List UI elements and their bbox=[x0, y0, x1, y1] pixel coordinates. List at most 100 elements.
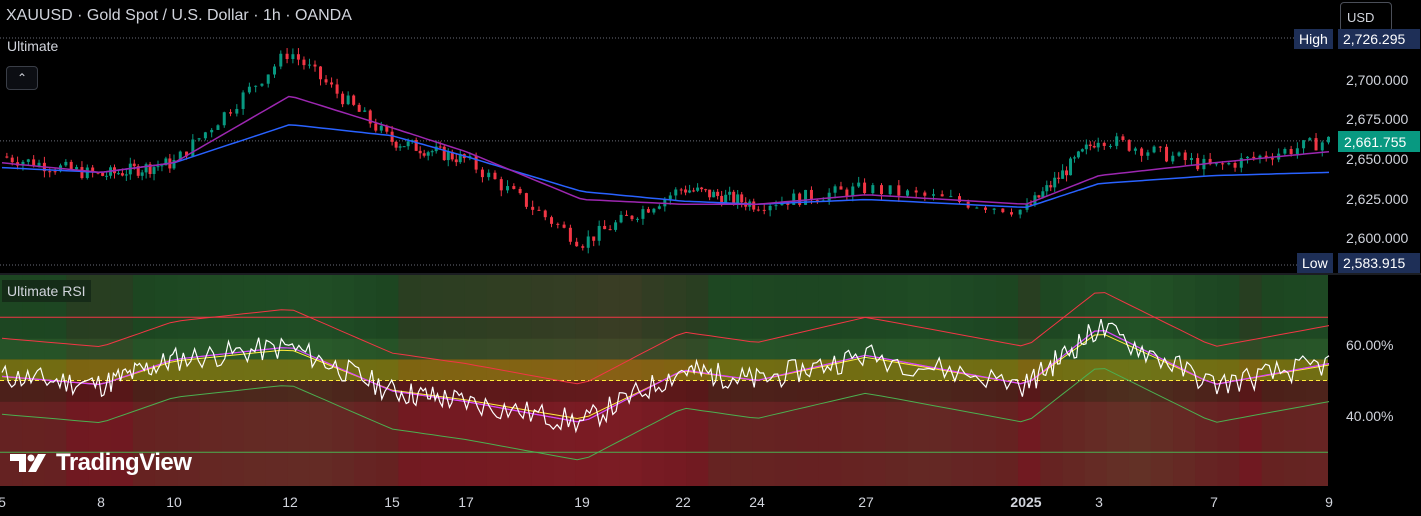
candle-body bbox=[1080, 149, 1084, 152]
candle-body bbox=[704, 189, 708, 191]
candle-body bbox=[716, 191, 720, 196]
candle-body bbox=[774, 205, 778, 207]
price-axis-label: 2,625.000 bbox=[1346, 191, 1409, 207]
candle-body bbox=[657, 206, 661, 209]
candle-body bbox=[1133, 148, 1137, 151]
candle-body bbox=[932, 194, 935, 196]
candle-body bbox=[442, 146, 446, 161]
candle-body bbox=[291, 54, 295, 59]
candle-body bbox=[1327, 136, 1330, 143]
candle-body bbox=[394, 141, 398, 148]
time-axis-label-year: 2025 bbox=[1010, 494, 1042, 510]
candle-body bbox=[48, 171, 52, 173]
candle-body bbox=[422, 153, 426, 156]
candle-body bbox=[273, 66, 277, 75]
candle-body bbox=[740, 194, 744, 203]
candle-body bbox=[556, 223, 560, 225]
candle-body bbox=[346, 95, 350, 105]
candle-body bbox=[132, 163, 136, 167]
candle-body bbox=[625, 214, 629, 216]
candle-body bbox=[1289, 149, 1293, 155]
low-tag: Low bbox=[1297, 253, 1333, 273]
candle-body bbox=[1152, 146, 1156, 153]
candle-body bbox=[357, 104, 361, 112]
price-axis-label: 2,675.000 bbox=[1346, 111, 1409, 127]
candle-body bbox=[160, 165, 164, 167]
collapse-indicators-button[interactable]: ⌃ bbox=[6, 66, 38, 90]
candle-body bbox=[191, 139, 195, 157]
candle-body bbox=[550, 217, 554, 224]
candle-body bbox=[1065, 170, 1069, 176]
rsi-axis-label: 60.00% bbox=[1346, 337, 1394, 353]
candle-body bbox=[64, 161, 68, 166]
candle-body bbox=[537, 209, 541, 211]
price-axis-label: 2,700.000 bbox=[1346, 72, 1409, 88]
candle-body bbox=[700, 187, 704, 190]
candle-body bbox=[1102, 142, 1106, 146]
currency-selector[interactable]: USD bbox=[1340, 2, 1392, 32]
time-axis-label: 19 bbox=[574, 494, 590, 510]
time-axis-label: 5 bbox=[0, 494, 6, 510]
candle-body bbox=[53, 171, 57, 173]
candle-body bbox=[116, 173, 120, 175]
candle-body bbox=[235, 108, 239, 114]
rsi-trend-stripe bbox=[996, 275, 1019, 486]
candle-body bbox=[679, 189, 683, 191]
candle-body bbox=[712, 191, 716, 198]
candle-body bbox=[124, 174, 128, 176]
price-axis-label: 2,650.000 bbox=[1346, 151, 1409, 167]
candle-body bbox=[646, 209, 650, 213]
time-axis-label: 15 bbox=[384, 494, 400, 510]
time-axis-label: 9 bbox=[1325, 494, 1333, 510]
rsi-trend-stripe bbox=[309, 275, 332, 486]
candle-body bbox=[402, 146, 406, 148]
candle-body bbox=[5, 156, 9, 158]
candle-body bbox=[1072, 157, 1076, 159]
candle-body bbox=[845, 189, 849, 197]
candle-body bbox=[1233, 162, 1237, 168]
chart-canvas[interactable] bbox=[0, 0, 1421, 516]
candle-body bbox=[688, 190, 692, 193]
candle-body bbox=[975, 207, 979, 209]
candle-body bbox=[992, 208, 996, 210]
tradingview-logo-icon bbox=[10, 454, 46, 472]
candle-body bbox=[575, 241, 579, 247]
candle-body bbox=[1221, 163, 1225, 165]
candle-body bbox=[1158, 146, 1162, 148]
candle-body bbox=[668, 195, 672, 200]
candle-body bbox=[984, 207, 987, 210]
time-axis-label: 27 bbox=[858, 494, 874, 510]
candle-body bbox=[1096, 142, 1100, 148]
candle-body bbox=[562, 224, 566, 228]
candle-body bbox=[1001, 208, 1005, 213]
chevron-up-icon: ⌃ bbox=[16, 71, 28, 85]
candle-body bbox=[756, 209, 760, 211]
time-axis-label: 7 bbox=[1210, 494, 1218, 510]
candle-body bbox=[105, 175, 109, 177]
candle-body bbox=[592, 236, 596, 241]
candle-body bbox=[798, 193, 802, 205]
candle-body bbox=[708, 189, 712, 198]
tradingview-logo[interactable]: TradingView bbox=[10, 449, 192, 477]
high-value-tag: 2,726.295 bbox=[1338, 29, 1420, 49]
rsi-trend-stripe bbox=[973, 275, 996, 486]
candle-body bbox=[1189, 158, 1193, 161]
candle-body bbox=[379, 125, 383, 131]
candle-body bbox=[1308, 138, 1312, 141]
rsi-trend-stripe bbox=[1261, 275, 1284, 486]
candle-body bbox=[1053, 177, 1057, 188]
price-candles bbox=[5, 48, 1330, 254]
candle-body bbox=[696, 187, 700, 191]
candle-body bbox=[531, 206, 535, 210]
candle-body bbox=[1049, 185, 1053, 188]
rsi-trend-stripe bbox=[708, 275, 731, 486]
indicator-label[interactable]: Ultimate bbox=[7, 38, 58, 54]
candle-body bbox=[1246, 156, 1250, 159]
candle-body bbox=[940, 194, 944, 197]
candle-body bbox=[480, 169, 484, 178]
rsi-pane-label[interactable]: Ultimate RSI bbox=[2, 280, 91, 302]
candle-body bbox=[692, 190, 696, 192]
candle-body bbox=[307, 64, 311, 66]
candle-body bbox=[438, 146, 442, 148]
candle-body bbox=[880, 185, 883, 195]
